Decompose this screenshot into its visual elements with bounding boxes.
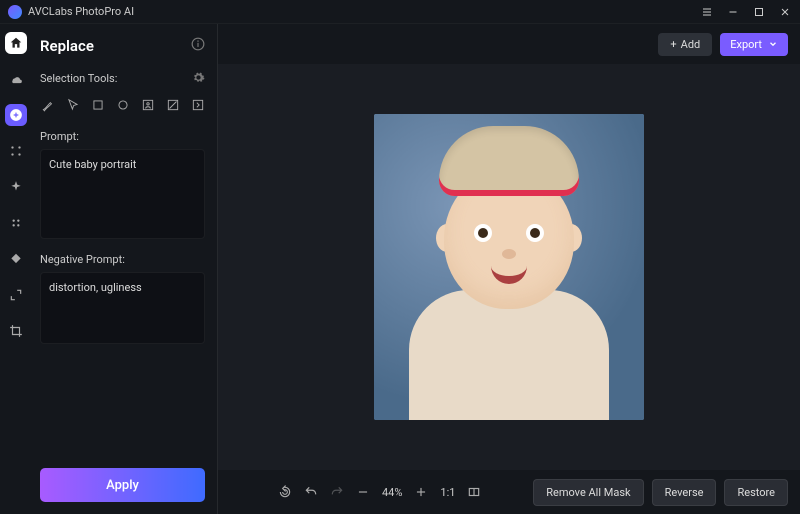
rect-tool[interactable] [90, 96, 105, 114]
apply-button[interactable]: Apply [40, 468, 205, 502]
fit-screen-icon[interactable] [467, 485, 481, 499]
rail-replace[interactable] [5, 104, 27, 126]
undo-button[interactable] [304, 485, 318, 499]
export-label: Export [730, 38, 762, 51]
titlebar: AVCLabs PhotoPro AI [0, 0, 800, 24]
rail-expand[interactable] [5, 284, 27, 306]
pointer-tool[interactable] [65, 96, 80, 114]
edited-image [374, 114, 644, 420]
zoom-value: 44% [382, 486, 402, 499]
rail-sparkle[interactable] [5, 140, 27, 162]
brush-tool[interactable] [40, 96, 55, 114]
prompt-input[interactable] [40, 149, 205, 239]
maximize-button[interactable] [752, 5, 766, 19]
info-icon[interactable] [191, 36, 205, 55]
canvas-viewport[interactable] [218, 64, 800, 470]
add-label: Add [681, 38, 701, 51]
prompt-label: Prompt: [40, 130, 205, 143]
app-logo [8, 5, 22, 19]
rail-cloud[interactable] [5, 68, 27, 90]
chevron-down-icon [768, 39, 778, 49]
canvas-area: + Add Export 44% [218, 24, 800, 514]
rail-crop[interactable] [5, 320, 27, 342]
tool-rail [0, 24, 32, 514]
gear-icon[interactable] [192, 69, 205, 88]
rail-blur[interactable] [5, 212, 27, 234]
person-tool[interactable] [140, 96, 155, 114]
reverse-button[interactable]: Reverse [652, 479, 717, 506]
redo-button[interactable] [330, 485, 344, 499]
export-tool-icon[interactable] [190, 96, 205, 114]
plus-icon: + [670, 38, 676, 51]
selection-tools-label: Selection Tools: [40, 72, 117, 85]
negative-prompt-input[interactable] [40, 272, 205, 344]
rail-fill[interactable] [5, 248, 27, 270]
close-button[interactable] [778, 5, 792, 19]
export-button[interactable]: Export [720, 33, 788, 56]
rotate-icon[interactable] [278, 485, 292, 499]
menu-button[interactable] [700, 5, 714, 19]
aspect-ratio[interactable]: 1:1 [440, 486, 455, 499]
remove-all-mask-button[interactable]: Remove All Mask [533, 479, 643, 506]
eraser-tool[interactable] [165, 96, 180, 114]
app-title: AVCLabs PhotoPro AI [28, 5, 700, 18]
restore-button[interactable]: Restore [724, 479, 788, 506]
minimize-button[interactable] [726, 5, 740, 19]
negative-prompt-label: Negative Prompt: [40, 253, 205, 266]
ellipse-tool[interactable] [115, 96, 130, 114]
panel-title: Replace [40, 37, 94, 55]
side-panel: Replace Selection Tools: Prompt: Negativ… [32, 24, 218, 514]
zoom-out-button[interactable] [356, 485, 370, 499]
rail-home[interactable] [5, 32, 27, 54]
rail-magic[interactable] [5, 176, 27, 198]
add-button[interactable]: + Add [658, 33, 712, 56]
zoom-in-button[interactable] [414, 485, 428, 499]
